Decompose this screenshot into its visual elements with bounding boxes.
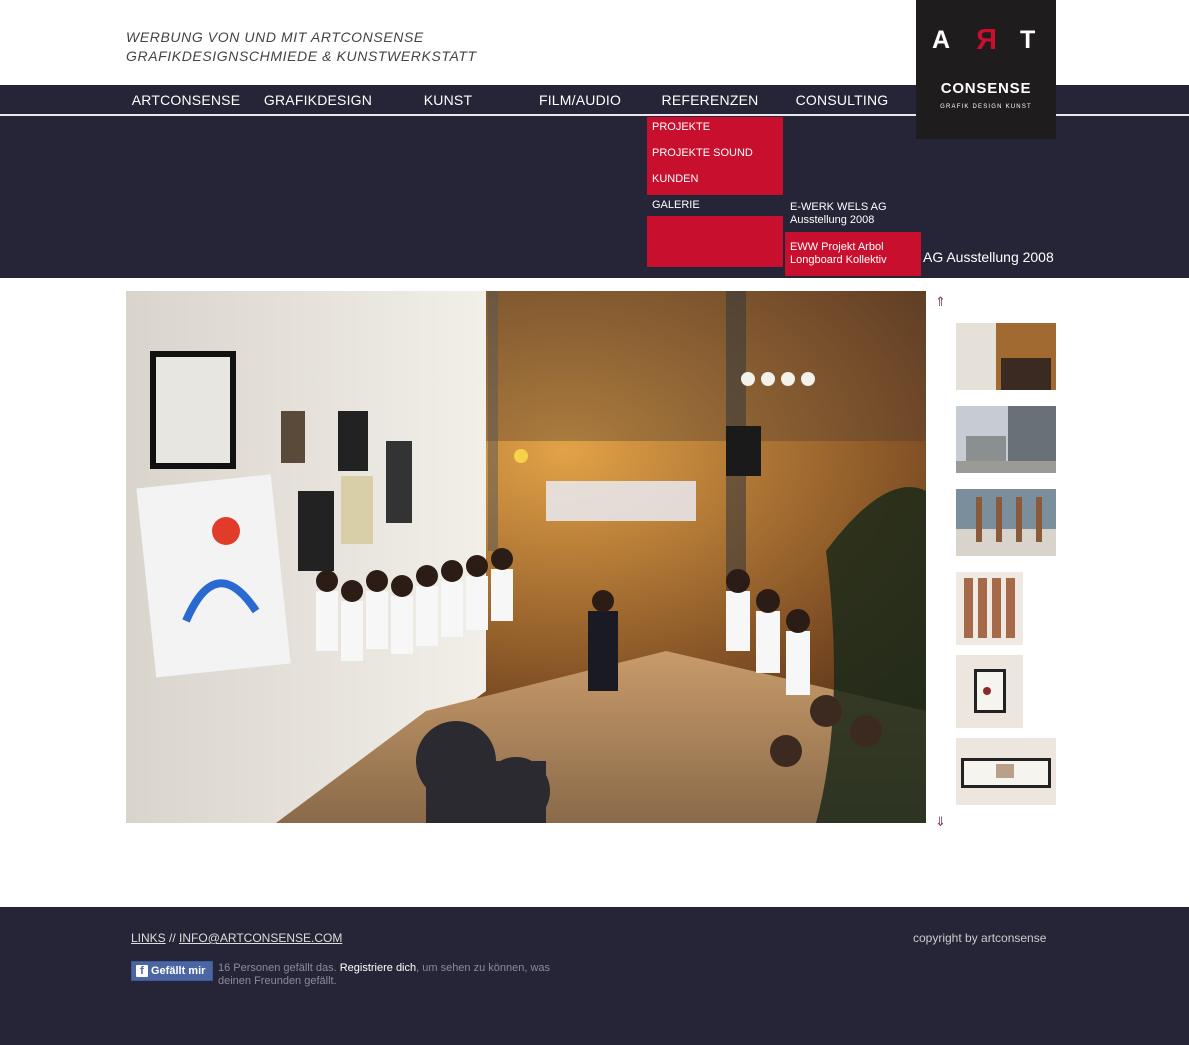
nav-item-film-audio[interactable]: FILM/AUDIO (520, 85, 640, 114)
logo-letter-r: R (976, 24, 997, 56)
links-link[interactable]: LINKS (131, 931, 166, 945)
facebook-register-link[interactable]: Registriere dich (340, 962, 416, 974)
thumbnail-2-image (956, 406, 1056, 473)
logo-name: CONSENSE (940, 80, 1032, 97)
gallery-thumbnail-6[interactable] (956, 738, 1056, 805)
footer-links: LINKS // INFO@ARTCONSENSE.COM (131, 931, 342, 945)
logo-subtitle: GRAFIK DESIGN KUNST (940, 104, 1032, 110)
dropdown-item-projekte[interactable]: PROJEKTE (647, 117, 783, 143)
submenu-item-title: EWW Projekt Arbol (790, 241, 884, 253)
gallery-caption: AG Ausstellung 2008 (923, 249, 1054, 265)
facebook-like-text: 16 Personen gefällt das. Registriere dic… (218, 962, 563, 988)
facebook-icon: f (136, 965, 148, 977)
facebook-like-count: 16 Personen gefällt das. (218, 962, 340, 974)
nav-item-consulting[interactable]: CONSULTING (782, 85, 902, 114)
scroll-down-arrow-icon[interactable]: ⇓ (935, 814, 946, 830)
email-link[interactable]: INFO@ARTCONSENSE.COM (179, 931, 342, 945)
tagline: WERBUNG VON UND MIT ARTCONSENSE GRAFIKDE… (126, 28, 477, 66)
tagline-line-1: WERBUNG VON UND MIT ARTCONSENSE (126, 29, 424, 45)
copyright-text: copyright by artconsense (913, 931, 1047, 945)
exhibition-photo-illustration (126, 291, 926, 823)
nav-item-grafikdesign[interactable]: GRAFIKDESIGN (258, 85, 378, 114)
gallery-thumbnail-1[interactable] (956, 323, 1056, 390)
scroll-up-arrow-icon[interactable]: ⇑ (935, 294, 946, 310)
tagline-line-2: GRAFIKDESIGNSCHMIEDE & KUNSTWERKSTATT (126, 48, 477, 64)
dropdown-submenu-panel (647, 216, 783, 267)
dropdown-item-kunden[interactable]: KUNDEN (647, 169, 783, 195)
submenu-item-eww-projekt-arbol[interactable]: EWW Projekt Arbol Longboard Kollektiv (785, 232, 921, 276)
facebook-like-label: Gefällt mir (151, 965, 206, 977)
submenu-item-subtitle: Ausstellung 2008 (790, 214, 875, 226)
submenu-item-subtitle: Longboard Kollektiv (790, 254, 887, 266)
thumbnail-3-image (956, 489, 1056, 556)
gallery-main-photo (126, 291, 926, 823)
logo-art-letters: A R T (916, 24, 1056, 58)
dropdown-item-galerie[interactable]: GALERIE (647, 195, 783, 215)
facebook-like-button[interactable]: f Gefällt mir (131, 961, 213, 981)
gallery-thumbnail-3[interactable] (956, 489, 1056, 556)
thumbnail-6-image (956, 738, 1056, 805)
gallery-thumbnail-5[interactable] (956, 655, 1023, 728)
thumbnail-4-image (956, 572, 1023, 645)
dropdown-item-projekte-sound[interactable]: PROJEKTE SOUND (647, 143, 783, 169)
logo-letter-a: A (932, 26, 951, 54)
footer-separator: // (165, 931, 180, 945)
artconsense-logo[interactable]: A R T CONSENSE GRAFIK DESIGN KUNST (916, 0, 1056, 139)
nav-item-kunst[interactable]: KUNST (388, 85, 508, 114)
gallery-thumbnail-4[interactable] (956, 572, 1023, 645)
gallery-thumbnail-2[interactable] (956, 406, 1056, 473)
nav-item-referenzen[interactable]: REFERENZEN (650, 85, 770, 114)
submenu-item-e-werk-wels[interactable]: E-WERK WELS AG Ausstellung 2008 (785, 201, 921, 231)
logo-letter-t: T (1020, 26, 1036, 54)
thumbnail-1-image (956, 323, 1056, 390)
thumbnail-5-image (956, 655, 1023, 728)
nav-item-artconsense[interactable]: ARTCONSENSE (126, 85, 246, 114)
submenu-item-title: E-WERK WELS AG (790, 201, 887, 213)
